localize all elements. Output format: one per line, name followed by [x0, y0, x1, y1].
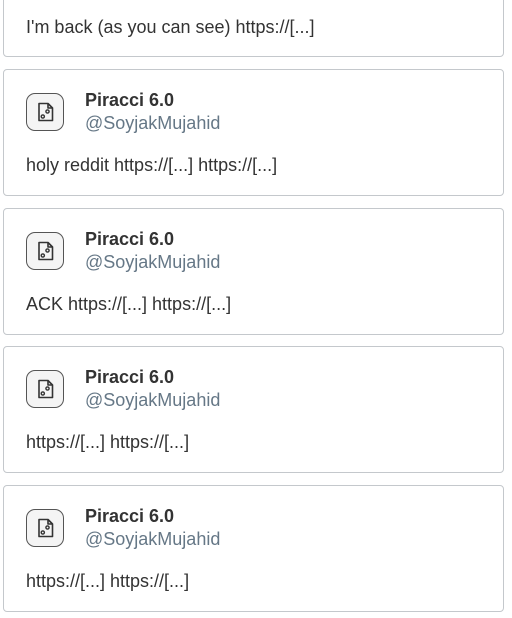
- author-handle[interactable]: @SoyjakMujahid: [85, 529, 220, 550]
- post-text: I'm back (as you can see) https://[...]: [26, 17, 315, 37]
- author-handle[interactable]: @SoyjakMujahid: [85, 390, 220, 411]
- tweet-feed: I'm back (as you can see) https://[...] …: [0, 0, 512, 618]
- post-text: ACK https://[...] https://[...]: [26, 294, 232, 314]
- image-file-icon: [38, 241, 54, 261]
- post-card[interactable]: Piracci 6.0 @SoyjakMujahid https://[...]…: [3, 485, 504, 612]
- author-name[interactable]: Piracci 6.0: [85, 367, 174, 388]
- avatar[interactable]: [26, 509, 64, 547]
- author-name[interactable]: Piracci 6.0: [85, 506, 174, 527]
- avatar[interactable]: [26, 232, 64, 270]
- author-handle[interactable]: @SoyjakMujahid: [85, 252, 220, 273]
- image-file-icon: [38, 102, 54, 122]
- author-handle[interactable]: @SoyjakMujahid: [85, 113, 220, 134]
- post-text: https://[...] https://[...]: [26, 571, 190, 591]
- post-card[interactable]: Piracci 6.0 @SoyjakMujahid https://[...]…: [3, 346, 504, 473]
- avatar[interactable]: [26, 93, 64, 131]
- post-text: holy reddit https://[...] https://[...]: [26, 155, 278, 175]
- author-name[interactable]: Piracci 6.0: [85, 90, 174, 111]
- image-file-icon: [38, 518, 54, 538]
- image-file-icon: [38, 379, 54, 399]
- post-card[interactable]: Piracci 6.0 @SoyjakMujahid ACK https://[…: [3, 208, 504, 335]
- post-card[interactable]: I'm back (as you can see) https://[...]: [3, 0, 504, 57]
- avatar[interactable]: [26, 370, 64, 408]
- post-text: https://[...] https://[...]: [26, 432, 190, 452]
- author-name[interactable]: Piracci 6.0: [85, 229, 174, 250]
- post-card[interactable]: Piracci 6.0 @SoyjakMujahid holy reddit h…: [3, 69, 504, 196]
